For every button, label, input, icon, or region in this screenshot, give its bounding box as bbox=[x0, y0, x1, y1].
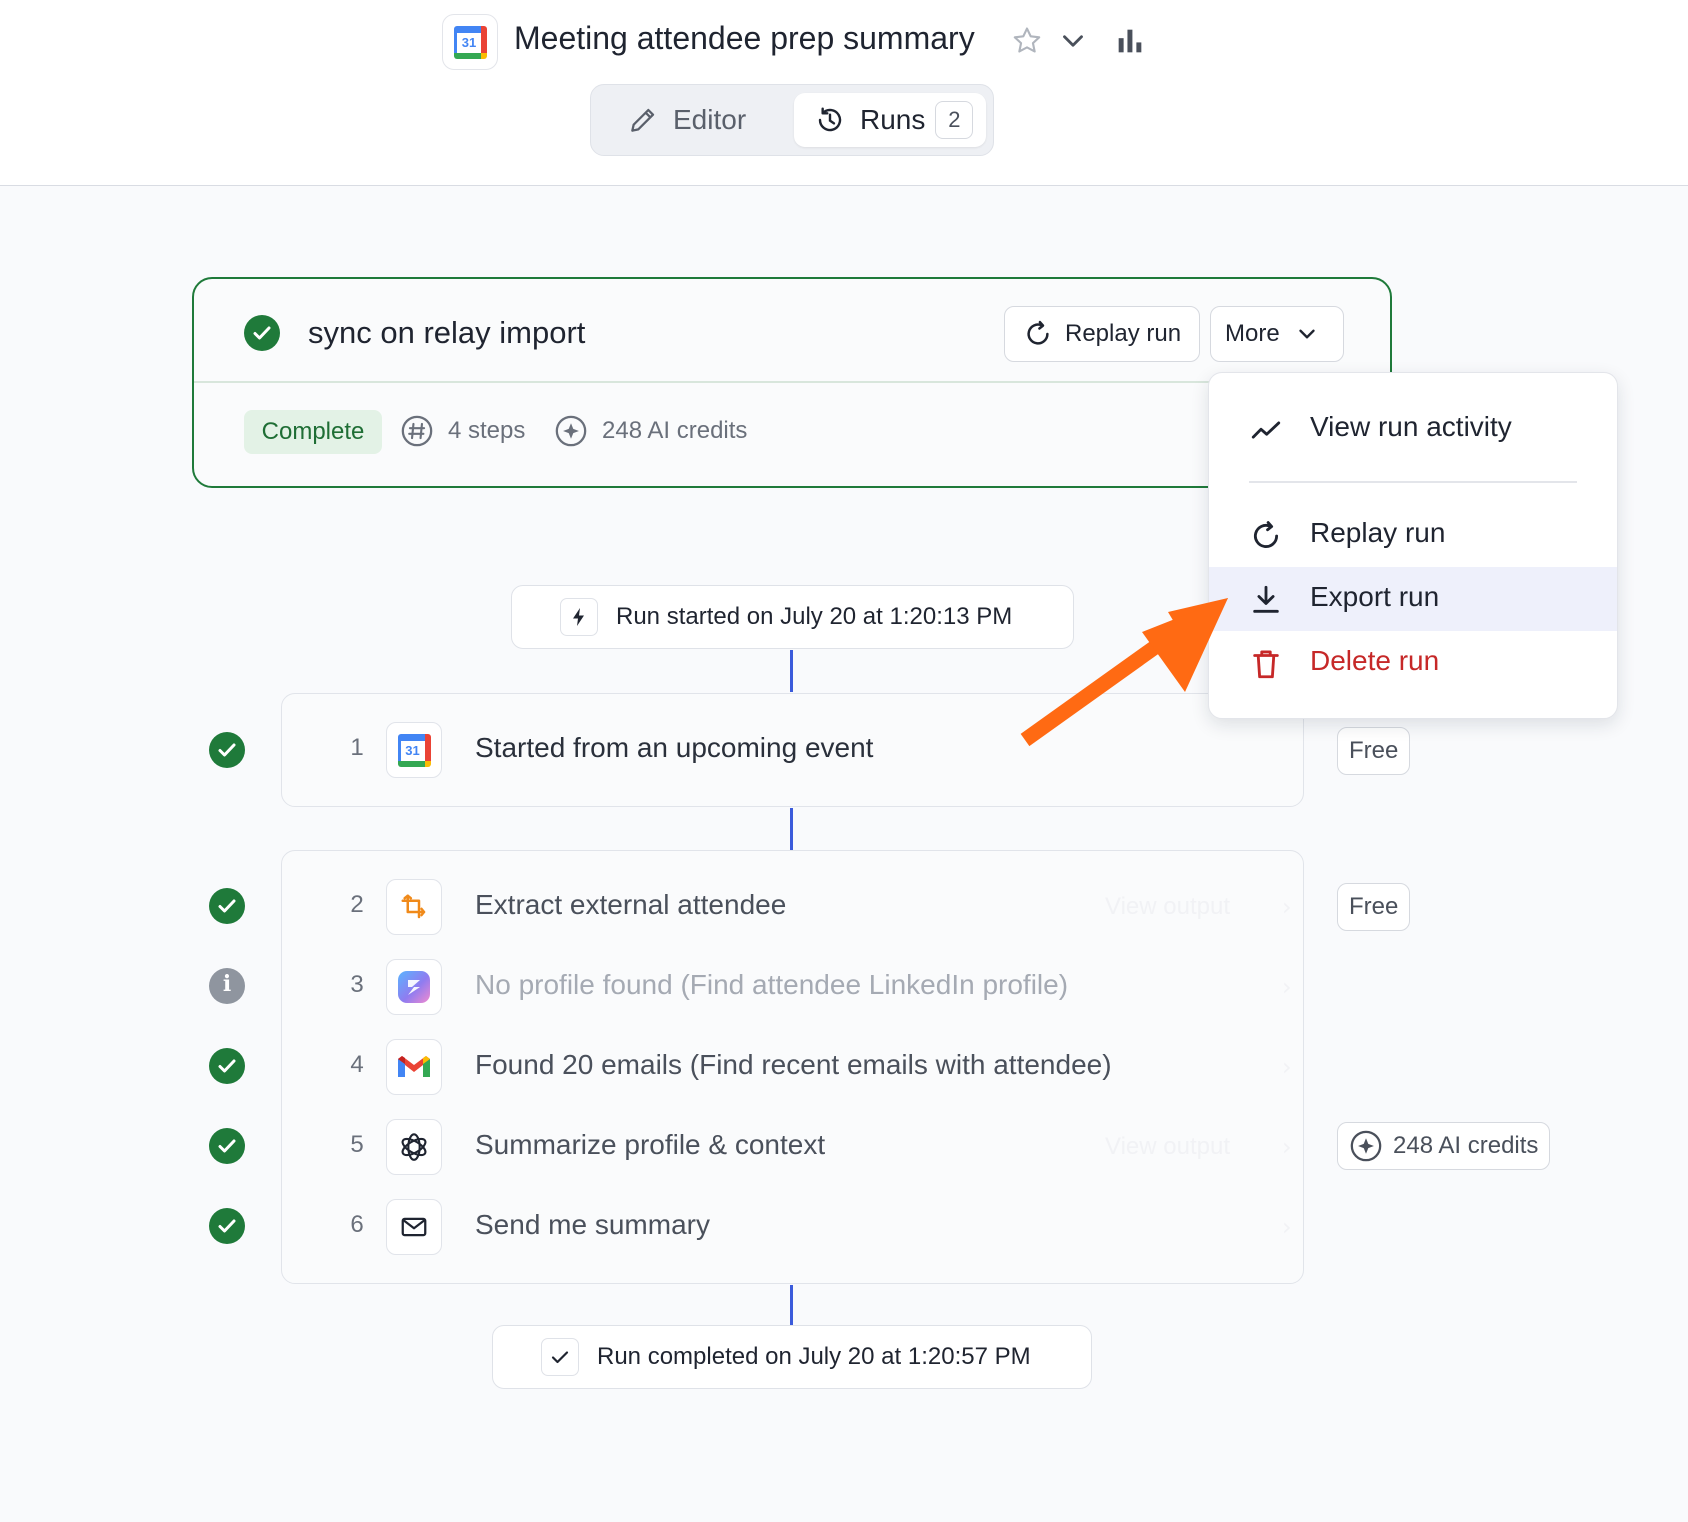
step-success-icon bbox=[209, 1048, 245, 1084]
action-steps-card: 2 Extract external attendee View output … bbox=[281, 850, 1304, 1284]
step-label: Extract external attendee bbox=[475, 889, 787, 920]
more-label: More bbox=[1225, 320, 1280, 347]
view-tabs: Editor Runs 2 bbox=[590, 84, 994, 156]
ai-sparkle-icon bbox=[555, 415, 587, 447]
ai-sparkle-icon bbox=[1350, 1130, 1382, 1162]
menu-item-delete-run[interactable]: Delete run bbox=[1209, 631, 1617, 695]
top-bar: 31 Meeting attendee prep summary Editor bbox=[0, 0, 1688, 186]
run-started-pill: Run started on July 20 at 1:20:13 PM bbox=[511, 585, 1074, 649]
step-label: Started from an upcoming event bbox=[475, 732, 874, 763]
title-row: 31 Meeting attendee prep summary bbox=[0, 0, 1688, 84]
replay-run-label: Replay run bbox=[1065, 320, 1182, 347]
step-number: 3 bbox=[350, 971, 364, 998]
chevron-right-icon: › bbox=[1282, 973, 1292, 1001]
step-number: 4 bbox=[350, 1051, 364, 1078]
timeline-connector bbox=[790, 650, 793, 692]
menu-item-replay-run[interactable]: Replay run bbox=[1209, 503, 1617, 567]
view-output-link[interactable]: View output bbox=[1105, 1133, 1230, 1161]
run-completed-pill: Run completed on July 20 at 1:20:57 PM bbox=[492, 1325, 1092, 1389]
checkmark-icon bbox=[541, 1338, 579, 1376]
step-number: 6 bbox=[350, 1211, 364, 1238]
step-label: Summarize profile & context bbox=[475, 1129, 826, 1160]
step-success-icon bbox=[209, 1128, 245, 1164]
menu-item-label: Replay run bbox=[1310, 517, 1446, 548]
run-started-text: Run started on July 20 at 1:20:13 PM bbox=[616, 603, 1013, 630]
star-icon[interactable] bbox=[1010, 24, 1044, 58]
cost-tag: Free bbox=[1337, 883, 1411, 931]
status-badge: Complete bbox=[244, 410, 382, 454]
bar-chart-icon[interactable] bbox=[1113, 24, 1147, 58]
replay-icon bbox=[1253, 521, 1279, 548]
tab-runs-label: Runs bbox=[860, 104, 926, 135]
trash-icon bbox=[1253, 650, 1279, 679]
runs-count-badge: 2 bbox=[935, 101, 974, 139]
step-number: 5 bbox=[350, 1131, 364, 1158]
timeline-connector bbox=[790, 1285, 793, 1325]
credits-label: 248 AI credits bbox=[602, 417, 748, 444]
tab-editor[interactable]: Editor bbox=[627, 93, 746, 147]
google-calendar-icon: 31 bbox=[442, 14, 498, 70]
step-success-icon bbox=[209, 1208, 245, 1244]
view-output-link[interactable]: View output bbox=[1105, 893, 1230, 921]
step-row-4[interactable]: 4 Found 20 emails (Find recent emails wi… bbox=[282, 1037, 1303, 1097]
more-button[interactable]: More bbox=[1210, 306, 1344, 362]
step-number: 2 bbox=[350, 891, 364, 918]
run-name: sync on relay import bbox=[308, 315, 586, 350]
step-row-5[interactable]: 5 Summarize profile & context View outpu… bbox=[282, 1117, 1303, 1177]
menu-item-export-run[interactable]: Export run bbox=[1209, 567, 1617, 631]
step-label: No profile found (Find attendee LinkedIn… bbox=[475, 969, 1069, 1000]
chevron-down-icon[interactable] bbox=[1056, 24, 1090, 58]
step-info-icon: i bbox=[209, 968, 245, 1004]
calendar-number: 31 bbox=[461, 35, 477, 50]
chevron-right-icon: › bbox=[1282, 893, 1292, 921]
hash-icon bbox=[401, 415, 433, 447]
credits-cost-tag: 248 AI credits bbox=[1337, 1122, 1551, 1170]
gmail-icon bbox=[386, 1039, 442, 1095]
chevron-right-icon: › bbox=[1282, 1213, 1292, 1241]
openai-icon bbox=[386, 1119, 442, 1175]
steps-label: 4 steps bbox=[448, 417, 526, 444]
step-row-6[interactable]: 6 Send me summary › bbox=[282, 1197, 1303, 1257]
cost-tag: Free bbox=[1337, 727, 1411, 775]
menu-item-view-run-activity[interactable]: View run activity bbox=[1209, 397, 1617, 461]
transform-icon bbox=[386, 879, 442, 935]
step-label: Send me summary bbox=[475, 1209, 710, 1240]
chevron-right-icon: › bbox=[1282, 1053, 1292, 1081]
step-success-icon bbox=[209, 888, 245, 924]
mail-icon bbox=[386, 1199, 442, 1255]
download-icon bbox=[1253, 585, 1279, 613]
tab-runs[interactable]: Runs 2 bbox=[794, 93, 986, 147]
step-row-2[interactable]: 2 Extract external attendee View output … bbox=[282, 877, 1303, 937]
steps-count: 4 steps bbox=[400, 414, 525, 448]
more-dropdown-menu: View run activity Replay run Export run … bbox=[1208, 372, 1618, 719]
chevron-right-icon: › bbox=[1282, 1133, 1292, 1161]
calendar-number: 31 bbox=[405, 742, 420, 758]
relay-logo-icon bbox=[386, 959, 442, 1015]
ai-credits: 248 AI credits bbox=[554, 414, 747, 448]
history-icon bbox=[818, 107, 842, 132]
step-label: Found 20 emails (Find recent emails with… bbox=[475, 1049, 1112, 1080]
google-calendar-icon: 31 bbox=[386, 722, 442, 778]
step-row-1[interactable]: 1 31 Started from an upcoming event bbox=[282, 720, 1303, 780]
success-check-icon bbox=[244, 315, 280, 351]
step-number: 1 bbox=[350, 734, 364, 761]
chevron-down-icon bbox=[1298, 329, 1315, 339]
run-completed-text: Run completed on July 20 at 1:20:57 PM bbox=[597, 1343, 1031, 1370]
menu-item-label: Delete run bbox=[1310, 645, 1440, 676]
step-success-icon bbox=[209, 732, 245, 768]
replay-run-button[interactable]: Replay run bbox=[1004, 306, 1200, 362]
activity-chart-icon bbox=[1251, 421, 1281, 439]
page-title: Meeting attendee prep summary bbox=[514, 20, 975, 56]
pencil-icon bbox=[631, 108, 655, 132]
trigger-step-card[interactable]: 1 31 Started from an upcoming event bbox=[281, 693, 1304, 807]
timeline-connector bbox=[790, 808, 793, 850]
replay-icon bbox=[1027, 320, 1049, 345]
lightning-icon bbox=[560, 598, 598, 636]
step-row-3[interactable]: 3 No profile found (Find attendee Linked… bbox=[282, 957, 1303, 1017]
menu-item-label: Export run bbox=[1310, 581, 1440, 612]
menu-divider bbox=[1249, 481, 1577, 483]
tab-editor-label: Editor bbox=[673, 104, 747, 135]
credits-cost-label: 248 AI credits bbox=[1393, 1132, 1539, 1159]
menu-item-label: View run activity bbox=[1310, 411, 1512, 442]
